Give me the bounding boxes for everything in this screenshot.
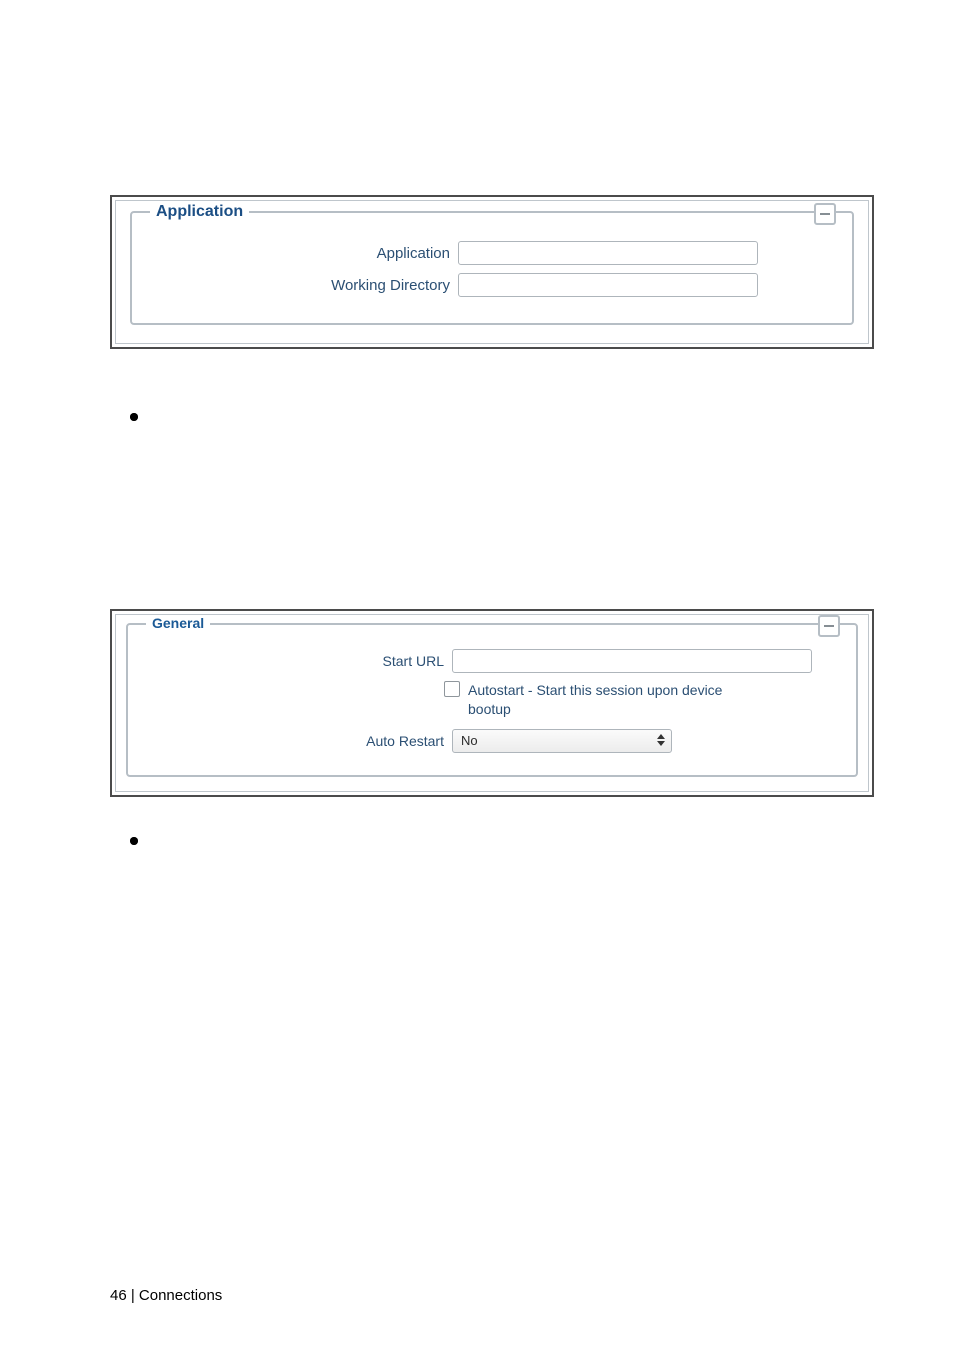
label-working-directory: Working Directory — [150, 277, 458, 294]
minus-icon — [820, 213, 830, 215]
row-auto-restart: Auto Restart No — [144, 729, 840, 753]
label-autostart: Autostart - Start this session upon devi… — [468, 681, 758, 719]
page-footer: 46 | Connections — [110, 1287, 222, 1304]
figure-application: Application Application Working Director… — [110, 195, 874, 349]
select-auto-restart[interactable]: No — [452, 729, 672, 753]
row-working-directory: Working Directory — [150, 273, 834, 297]
select-value: No — [453, 733, 478, 748]
row-application: Application — [150, 241, 834, 265]
label-application: Application — [150, 245, 458, 262]
top-spacer — [110, 50, 874, 195]
input-start-url[interactable] — [452, 649, 812, 673]
figure-inner: Application Application Working Director… — [115, 200, 869, 344]
fieldset-general: General Start URL Autostart - Start this… — [126, 623, 858, 777]
legend-general: General — [146, 615, 210, 631]
mid-spacer — [110, 409, 874, 609]
row-start-url: Start URL — [144, 649, 840, 673]
figure-inner: General Start URL Autostart - Start this… — [115, 614, 869, 792]
fieldset-application: Application Application Working Director… — [130, 211, 854, 325]
updown-icon — [651, 732, 671, 750]
checkbox-autostart[interactable] — [444, 681, 460, 697]
legend-application: Application — [150, 203, 249, 221]
collapse-button[interactable] — [814, 203, 836, 225]
label-start-url: Start URL — [144, 653, 452, 669]
label-auto-restart: Auto Restart — [144, 733, 452, 749]
input-working-directory[interactable] — [458, 273, 758, 297]
row-autostart: Autostart - Start this session upon devi… — [144, 681, 840, 719]
collapse-button[interactable] — [818, 615, 840, 637]
minus-icon — [824, 625, 834, 627]
figure-general: General Start URL Autostart - Start this… — [110, 609, 874, 797]
input-application[interactable] — [458, 241, 758, 265]
page: Application Application Working Director… — [0, 0, 954, 1354]
